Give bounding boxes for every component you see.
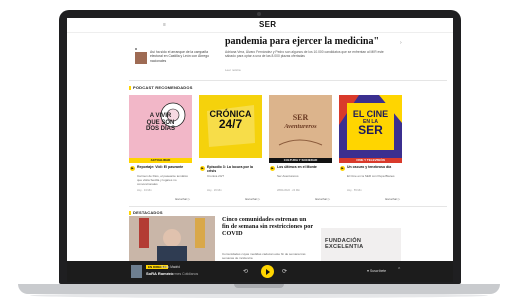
podcast-card[interactable]: A VIVIR QUE SON DOS DÍAS ACTUALIDAD ▶ Re… [129,95,192,203]
ad-brand: FUNDACIÓN EXCELENTIA [325,238,363,251]
advertisement[interactable]: FUNDACIÓN EXCELENTIA [321,228,401,264]
podcast-play-icon[interactable]: ▶ [270,166,275,171]
chevron-right-icon[interactable]: › [400,40,402,46]
laptop-notch [234,284,284,288]
podcast-card[interactable]: EL CINE EN LA SER CINE Y TELEVISIÓN ▶ Un… [339,95,402,203]
destacados-description: Comunidades cuyas medidas caducan este f… [222,252,306,260]
side-news-text[interactable]: Así ha sido el arranque de la campaña el… [150,50,216,63]
subscribe-button[interactable]: ♥ Suscríbete [367,269,386,273]
destacados-image[interactable] [129,216,215,264]
podcast-episode-desc: Cronica 24/7 [207,174,225,178]
podcast-category-tag: CINE Y TELEVISIÓN [339,158,402,163]
podcast-episode-title[interactable]: Los últimos en el Monte [277,165,331,169]
chevron-up-icon[interactable]: ⌃ [397,267,401,273]
podcast-episode-desc: El Cine en la SER con Pepa Blanes [347,174,395,178]
podcast-cover-title: SER Aventureros [269,113,332,131]
hero-read-more[interactable]: Leer noticia [225,68,241,72]
podcast-meta: Hoy · 26 Min [207,189,222,192]
hero-headline[interactable]: pandemia para ejercer la medicina" [225,36,395,47]
podcast-meta: 28/01/2022 · 24 Min [277,189,301,192]
rewind-icon[interactable]: ⟲ [243,268,248,275]
browser-screen: ≡ SER Así ha sido el arranque de la camp… [67,18,453,282]
podcast-episode-title[interactable]: Episodio 3: La locura por la crisis [207,165,261,174]
podcast-episode-title[interactable]: Reportaje: Vidi: El paseante [137,165,191,169]
menu-icon[interactable]: ≡ [163,22,166,28]
webcam-icon [257,12,261,16]
divider [129,80,447,81]
podcast-category-tag: ACTUALIDAD [129,158,192,163]
side-news-thumbnail[interactable] [135,52,147,64]
hero-description: Adriana Vera, Álvaro Fernández y Pedro s… [225,50,384,59]
podcast-cover[interactable]: CRÓNICA 24/7 [199,95,262,158]
podcast-cover-title: EL CINE EN LA SER [339,109,402,137]
cover-line: Aventureros [284,123,317,130]
listen-button[interactable]: Escuchar ▷ [245,197,260,201]
listen-button[interactable]: Escuchar ▷ [175,197,190,201]
podcast-meta: Hoy · 55 Min [347,189,362,192]
forward-icon[interactable]: ⟳ [282,268,287,275]
listen-button[interactable]: Escuchar ▷ [315,197,330,201]
subscribe-label: Suscríbete [369,269,387,273]
podcast-cover[interactable]: A VIVIR QUE SON DOS DÍAS [129,95,192,158]
podcast-meta: Hoy · 34 Min [137,189,152,192]
podcast-cover-title: CRÓNICA 24/7 [199,109,262,131]
side-news-item[interactable]: Así ha sido el arranque de la campaña el… [135,48,217,76]
ad-line: EXCELENTIA [325,244,364,251]
podcast-cover-title: A VIVIR QUE SON DOS DÍAS [129,113,192,133]
section-title-destacados: DESTACADOS [129,210,163,215]
podcast-episode-desc: Carmen de Dios, el paseante temático que… [137,174,189,186]
listen-button[interactable]: Escuchar ▷ [385,197,400,201]
podcast-episode-desc: Ser Aventureros [277,174,299,178]
podcast-card[interactable]: SER Aventureros CULTURA Y SOCIEDAD ▶ Los… [269,95,332,203]
podcast-play-icon[interactable]: ▶ [130,166,135,171]
site-header: ≡ SER [67,18,453,33]
cover-line: 24/7 [218,117,243,131]
audio-player: EN DIRECTO Radio Madrid SoRA Romero Info… [67,261,453,282]
podcast-category-tag: CULTURA Y SOCIEDAD [269,158,332,163]
program-name: Informes Cotidianos [168,271,199,276]
bullet-icon [135,48,137,50]
podcast-play-icon[interactable]: ▶ [200,166,205,171]
play-button[interactable] [261,265,274,278]
divider [129,206,447,207]
section-title-podcasts: PODCAST RECOMENDADOS [129,85,193,90]
podcast-cover[interactable]: SER Aventureros [269,95,332,158]
cover-line: DOS DÍAS [145,126,175,132]
podcast-play-icon[interactable]: ▶ [340,166,345,171]
destacados-headline[interactable]: Cinco comunidades estrenan un fin de sem… [222,216,314,238]
destacados-photo [129,216,215,264]
podcast-card[interactable]: CRÓNICA 24/7 ▶ Episodio 3: La locura por… [199,95,262,203]
laptop-base [18,284,500,294]
cover-line: SER [292,113,309,122]
station-name: Radio Madrid [161,265,180,269]
podcast-episode-title[interactable]: Un oscuro y tenebroso día [347,165,401,169]
cover-line: SER [358,123,383,137]
podcast-cover[interactable]: EL CINE EN LA SER [339,95,402,158]
site-logo[interactable]: SER [259,20,276,29]
cover-line: EL CINE [352,109,389,119]
host-avatar [131,265,142,278]
